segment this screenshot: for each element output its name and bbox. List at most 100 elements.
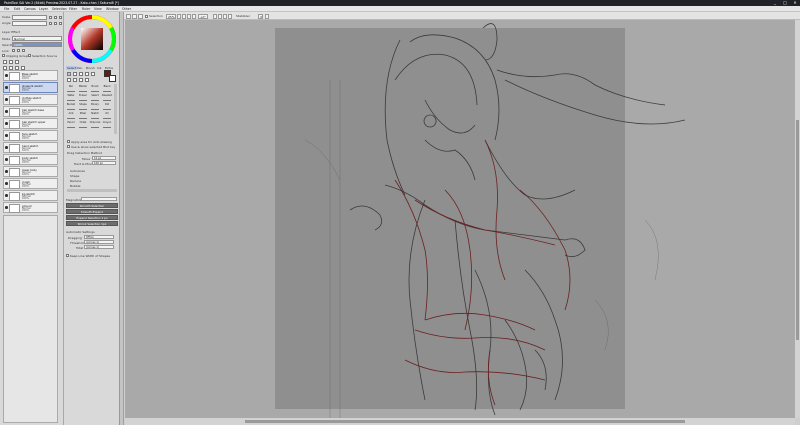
secondary-color-swatch[interactable] xyxy=(109,75,116,82)
sketch-canvas[interactable] xyxy=(125,20,795,418)
visibility-icon[interactable] xyxy=(5,134,8,137)
zoom-out-button[interactable] xyxy=(54,15,57,19)
zoom-reset-button[interactable] xyxy=(59,15,62,19)
zoom-field[interactable]: 25% xyxy=(166,13,176,19)
view-toggle-button[interactable] xyxy=(126,13,131,19)
radio-option[interactable]: Reduce xyxy=(70,179,81,183)
visibility-icon[interactable] xyxy=(5,194,8,197)
clipping-group-checkbox[interactable] xyxy=(2,54,5,57)
layer-item[interactable]: hair sketch upper Normal 100% xyxy=(3,118,58,129)
brush-slot[interactable]: Dot xyxy=(101,103,113,111)
layer-item[interactable]: lower body Normal 100% xyxy=(3,166,58,177)
menu-ruler[interactable]: Ruler xyxy=(82,7,90,11)
radio-option[interactable]: Bubble xyxy=(70,184,80,188)
radio-option[interactable]: Auto/Area xyxy=(70,169,85,173)
menu-layer[interactable]: Layer xyxy=(39,7,48,11)
tab-brush[interactable]: Brush xyxy=(86,66,95,70)
rotate-tool-icon[interactable] xyxy=(79,78,83,82)
shrink-selection-button[interactable]: Shrink Selection 1px xyxy=(66,221,118,226)
zoom-in-icon[interactable] xyxy=(182,13,186,19)
dragging-select[interactable]: Off/on xyxy=(84,235,114,239)
brush-slot[interactable]: Crayon xyxy=(101,121,113,129)
magnetize-select[interactable] xyxy=(81,197,117,201)
angle-field[interactable]: +0° xyxy=(198,13,208,19)
menu-window[interactable]: Window xyxy=(106,7,119,11)
selection-source-checkbox[interactable] xyxy=(28,54,31,57)
threshold-select[interactable]: (Across 1) xyxy=(84,240,114,244)
lock-move-checkbox[interactable] xyxy=(17,49,20,52)
rotate-reset-icon[interactable] xyxy=(223,13,227,19)
total-select[interactable]: (Across 1) xyxy=(84,245,114,249)
new-linework-layer-icon[interactable] xyxy=(9,60,13,64)
layer-item[interactable]: bg sketch Normal 100% xyxy=(3,190,58,201)
lock-pixels-checkbox[interactable] xyxy=(12,49,15,52)
menu-filter[interactable]: Filter xyxy=(69,7,77,11)
selection-checkbox[interactable] xyxy=(145,14,148,18)
tab-ink[interactable]: Ink xyxy=(97,66,102,70)
lasso-tool-icon[interactable] xyxy=(73,72,77,76)
ruler-icon[interactable] xyxy=(265,13,269,19)
brush-slot[interactable]: Mixer xyxy=(77,112,89,120)
zoom-in-button[interactable] xyxy=(49,15,52,19)
rotate-right-icon[interactable] xyxy=(218,13,222,19)
zoom-out-icon[interactable] xyxy=(177,13,181,19)
expand-selection-button[interactable]: Expand Selection 1 px xyxy=(66,215,118,220)
brush-slot[interactable]: Binary xyxy=(89,103,101,111)
hand-tool-icon[interactable] xyxy=(73,78,77,82)
layer-item[interactable]: Base sketch Normal 100% xyxy=(3,70,58,81)
color-wheel[interactable] xyxy=(68,15,116,63)
brush-slot[interactable]: Shape xyxy=(77,103,89,111)
layer-item[interactable]: hair sketch base Normal 100% xyxy=(3,106,58,117)
layer-item[interactable]: ground Normal 100% xyxy=(3,202,58,213)
antialias-checkbox[interactable] xyxy=(67,140,70,143)
brush-slot[interactable]: Marker xyxy=(77,85,89,93)
brush-slot[interactable]: Charcoal xyxy=(89,121,101,129)
visibility-icon[interactable] xyxy=(5,146,8,149)
move-tool-icon[interactable] xyxy=(85,72,89,76)
menu-edit[interactable]: Edit xyxy=(14,7,20,11)
view-toggle-button[interactable] xyxy=(138,13,143,19)
rotate-left-button[interactable] xyxy=(49,21,52,25)
menu-selection[interactable]: Selection xyxy=(52,7,67,11)
rotate-right-button[interactable] xyxy=(54,21,57,25)
layer-item[interactable]: body sketch Normal 100% xyxy=(3,154,58,165)
brush-slot[interactable]: Blend xyxy=(101,85,113,93)
tab-select[interactable]: Select xyxy=(66,66,78,70)
brush-slot[interactable]: Airb xyxy=(65,112,77,120)
horizontal-scrollbar[interactable] xyxy=(125,418,795,425)
visibility-icon[interactable] xyxy=(5,170,8,173)
radio-option[interactable]: Shape xyxy=(70,174,79,178)
vertical-scrollbar[interactable] xyxy=(795,20,800,418)
menu-canvas[interactable]: Canvas xyxy=(24,7,36,11)
layer-item[interactable]: face sketch Normal 100% xyxy=(3,130,58,141)
magic-wand-icon[interactable] xyxy=(79,72,83,76)
angle-slider[interactable] xyxy=(12,20,47,26)
brush-slot[interactable]: Brush xyxy=(89,85,101,93)
selection-tool-icon[interactable] xyxy=(67,72,71,76)
stabilizer-select[interactable]: 3 xyxy=(258,13,263,19)
brush-slot[interactable]: Chalk xyxy=(77,121,89,129)
brush-grid-scrollbar[interactable] xyxy=(114,84,117,134)
opacity-slider[interactable]: 100% xyxy=(12,42,62,47)
visibility-icon[interactable] xyxy=(5,74,8,77)
layer-item[interactable]: rough Normal 100% xyxy=(3,178,58,189)
lock-alpha-checkbox[interactable] xyxy=(22,49,25,52)
brush-slot[interactable]: Select xyxy=(89,94,101,102)
canvas-area[interactable] xyxy=(125,20,795,418)
visibility-icon[interactable] xyxy=(5,86,8,89)
zoom-fit-icon[interactable] xyxy=(187,13,191,19)
blend-mode-select[interactable]: Normal xyxy=(12,36,62,41)
brush-slot[interactable]: Sketch xyxy=(89,112,101,120)
view-toggle-button[interactable] xyxy=(132,13,137,19)
rotate-left-icon[interactable] xyxy=(213,13,217,19)
vertical-scroll-thumb[interactable] xyxy=(796,120,799,340)
rotate-reset-button[interactable] xyxy=(59,21,62,25)
new-folder-icon[interactable] xyxy=(15,60,19,64)
eyedropper-icon[interactable] xyxy=(85,78,89,82)
visibility-icon[interactable] xyxy=(5,182,8,185)
scale-slider[interactable] xyxy=(12,14,47,20)
brush-slot[interactable]: Pencil xyxy=(65,121,77,129)
menu-other[interactable]: Other xyxy=(122,7,131,11)
layer-item[interactable]: hand sketch Normal 100% xyxy=(3,142,58,153)
tab-pen[interactable]: Pen xyxy=(77,66,82,70)
